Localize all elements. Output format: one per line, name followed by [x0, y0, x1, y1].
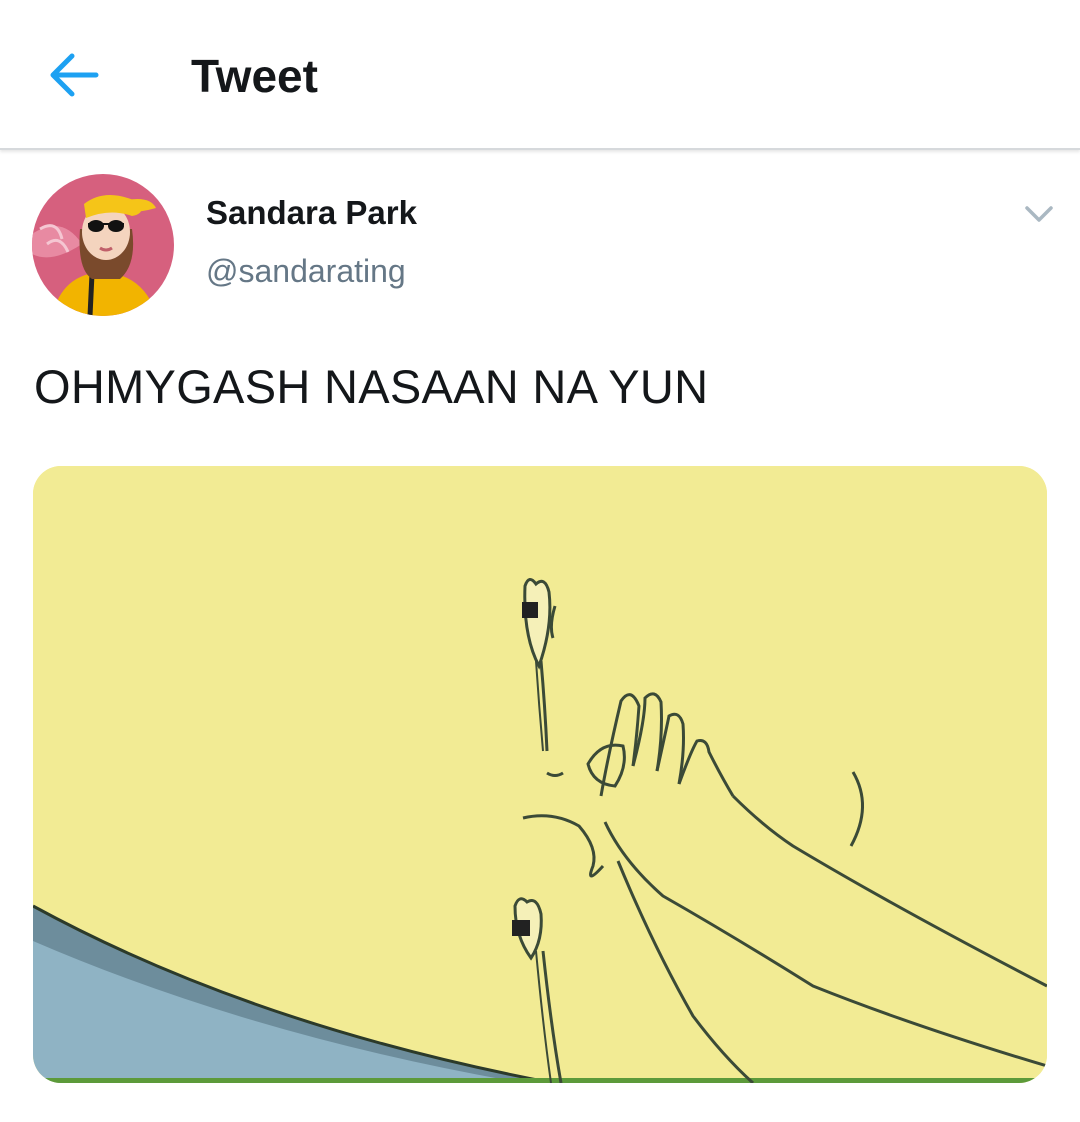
- back-arrow-icon[interactable]: [46, 50, 102, 100]
- tweet-media-image[interactable]: [33, 466, 1047, 1083]
- author-display-name[interactable]: Sandara Park: [206, 193, 417, 233]
- tweet-text: OHMYGASH NASAAN NA YUN: [34, 360, 709, 413]
- chevron-down-icon[interactable]: [1022, 200, 1056, 228]
- author-handle[interactable]: @sandarating: [206, 251, 406, 291]
- top-app-bar: Tweet: [0, 0, 1080, 150]
- page-title: Tweet: [191, 50, 318, 102]
- avatar[interactable]: [32, 174, 174, 316]
